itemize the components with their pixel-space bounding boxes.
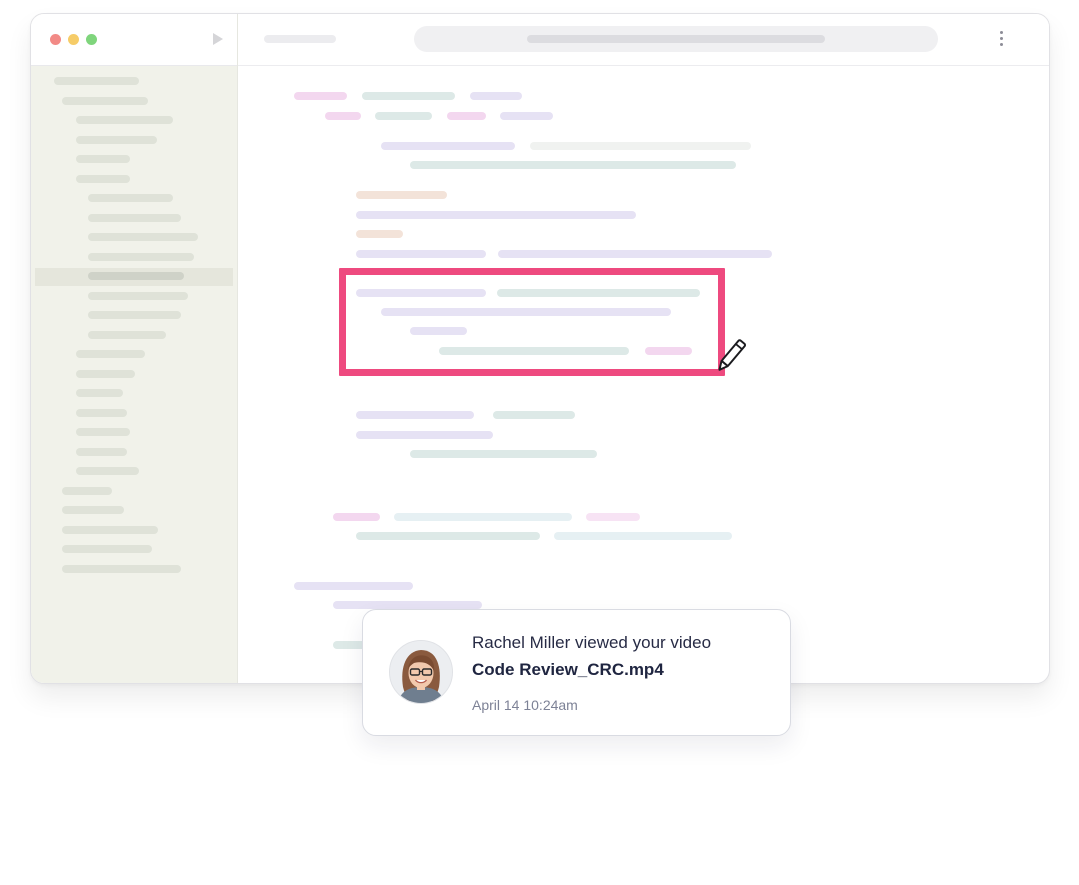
tree-item[interactable] [76,409,127,417]
code-token [325,112,361,120]
code-token [294,582,413,590]
tree-item[interactable] [76,467,139,475]
tree-item[interactable] [88,292,188,300]
code-token [470,92,522,100]
pencil-icon[interactable] [713,336,749,376]
tree-item-selected[interactable] [88,272,184,280]
tree-item[interactable] [76,155,130,163]
tree-item[interactable] [62,526,158,534]
annotation-highlight-box[interactable] [339,268,725,376]
code-token [493,411,575,419]
file-tree-sidebar [31,14,238,683]
address-text [527,35,825,43]
tree-item[interactable] [54,77,139,85]
tree-item[interactable] [88,311,181,319]
code-token [530,142,751,150]
editor-topbar [238,14,1049,66]
avatar-image [390,641,452,703]
notification-message: Rachel Miller viewed your video [472,633,712,652]
code-token [356,191,447,199]
tree-item[interactable] [76,175,130,183]
code-token [410,161,736,169]
code-token [554,532,732,540]
code-token [356,250,486,258]
tree-item[interactable] [88,194,173,202]
tree-item[interactable] [62,545,152,553]
maximize-window-dot[interactable] [86,34,97,45]
code-token [356,211,636,219]
code-token [356,532,540,540]
tree-item[interactable] [76,136,157,144]
tree-item[interactable] [76,389,123,397]
tree-item[interactable] [76,428,130,436]
code-token [394,513,572,521]
tree-item[interactable] [76,448,127,456]
file-tab-label[interactable] [264,35,336,43]
address-bar[interactable] [414,26,938,52]
tree-item[interactable] [88,233,198,241]
code-token [333,513,380,521]
tree-item[interactable] [88,253,194,261]
tree-item[interactable] [76,116,173,124]
close-window-dot[interactable] [50,34,61,45]
code-token [375,112,432,120]
code-token [356,230,403,238]
tree-item[interactable] [62,487,112,495]
code-token [333,601,482,609]
code-token [362,92,455,100]
code-token [447,112,486,120]
code-token [356,411,474,419]
code-token [498,250,772,258]
view-notification-card[interactable]: Rachel Miller viewed your video Code Rev… [362,609,791,736]
code-token [294,92,347,100]
minimize-window-dot[interactable] [68,34,79,45]
tree-item[interactable] [62,506,124,514]
code-token [410,450,597,458]
kebab-menu-icon[interactable] [1000,31,1004,49]
sidebar-header [31,14,237,66]
tree-item[interactable] [62,565,181,573]
tree-item[interactable] [62,97,148,105]
tree-item[interactable] [76,350,145,358]
notification-timestamp: April 14 10:24am [472,697,578,713]
notification-file-name[interactable]: Code Review_CRC.mp4 [472,660,664,680]
tree-item[interactable] [88,331,166,339]
code-token [500,112,553,120]
code-token [356,431,493,439]
tree-item[interactable] [88,214,181,222]
code-token [586,513,640,521]
avatar [389,640,453,704]
tree-item[interactable] [76,370,135,378]
play-icon[interactable] [213,33,223,45]
code-token [381,142,515,150]
